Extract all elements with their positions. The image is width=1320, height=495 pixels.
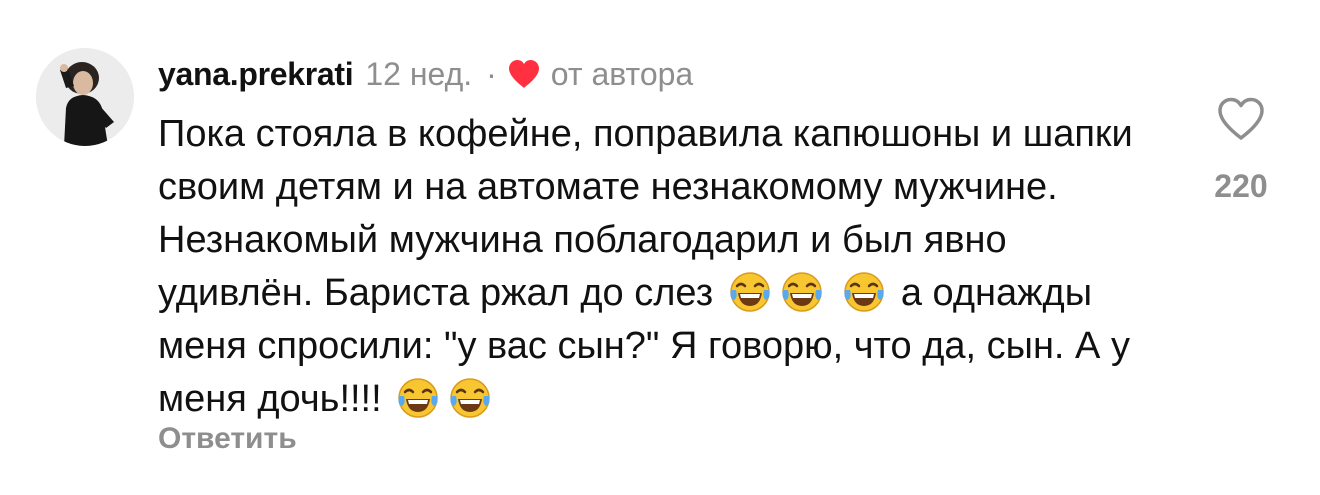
heart-filled-icon — [507, 59, 541, 89]
laughing-tears-emoji — [448, 376, 492, 420]
comment-time: 12 нед. — [365, 55, 473, 92]
laughing-tears-emoji — [728, 270, 772, 314]
avatar[interactable] — [36, 48, 134, 146]
meta-separator: · — [486, 55, 497, 92]
like-section: 220 — [1196, 96, 1286, 205]
comment-item: yana.prekrati 12 нед. · от автора Пока с… — [0, 0, 1320, 495]
reply-button[interactable]: Ответить — [158, 422, 297, 456]
author-badge: от автора — [550, 55, 694, 92]
laughing-tears-emoji — [396, 376, 440, 420]
laughing-tears-emoji — [780, 270, 824, 314]
heart-outline-icon[interactable] — [1216, 96, 1266, 142]
comment-body: yana.prekrati 12 нед. · от автора Пока с… — [158, 52, 1168, 426]
like-count: 220 — [1214, 168, 1268, 204]
laughing-tears-emoji — [842, 270, 886, 314]
comment-text: Пока стояла в кофейне, поправила капюшон… — [158, 108, 1158, 426]
username-link[interactable]: yana.prekrati — [158, 56, 354, 93]
comment-meta: yana.prekrati 12 нед. · от автора — [158, 52, 1168, 96]
